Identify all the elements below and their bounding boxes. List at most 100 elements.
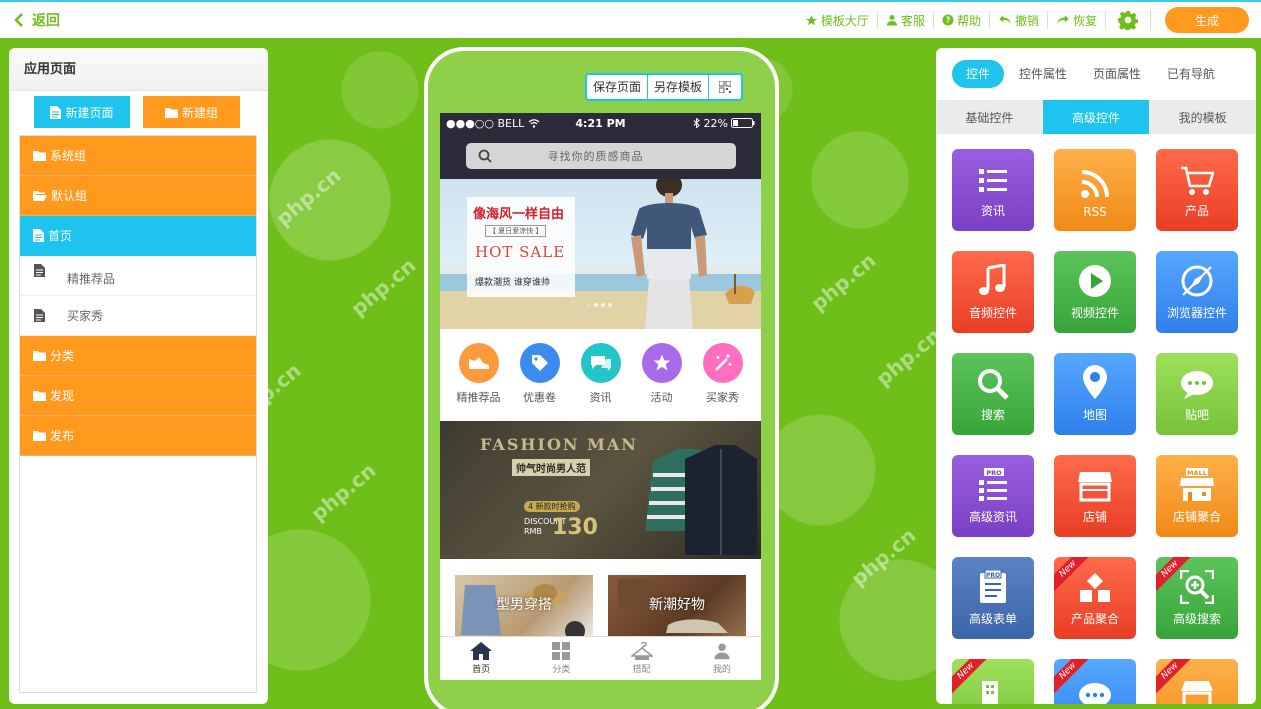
qrcode-button[interactable] (709, 75, 741, 99)
new-page-button[interactable]: 新建页面 (34, 96, 130, 128)
search-bar: 寻找你的质感商品 (440, 133, 761, 179)
shortcut-recommend[interactable]: 精推荐品 (450, 343, 508, 405)
widget-label: 资讯 (980, 204, 1005, 218)
widget-panel: 控件 控件属性 页面属性 已有导航 基础控件 高级控件 我的模板 资讯 RSS … (936, 48, 1256, 704)
panel-title: 应用页面 (9, 48, 268, 91)
promo-card-outfit[interactable]: 型男穿搭 (455, 575, 593, 643)
back-button[interactable]: 返回 (14, 10, 60, 30)
home-icon (470, 642, 493, 660)
fashion-title: FASHION MAN (480, 435, 638, 454)
tree-page-recommend[interactable]: 精推荐品 (20, 256, 256, 296)
svg-text:PRO: PRO (986, 572, 1000, 579)
widget-forum[interactable]: 贴吧 (1156, 353, 1238, 435)
tab-widget-properties[interactable]: 控件属性 (1006, 60, 1080, 88)
shortcut-activity[interactable]: 活动 (633, 343, 691, 405)
jacket-image (645, 445, 757, 555)
search-input[interactable]: 寻找你的质感商品 (465, 143, 736, 169)
widget-message[interactable]: New (1054, 659, 1136, 704)
back-label: 返回 (32, 13, 60, 29)
save-as-template-button[interactable]: 另存模板 (648, 75, 710, 99)
tab-mine[interactable]: 我的 (713, 642, 731, 675)
watermark: php.cn (871, 323, 946, 391)
widget-product[interactable]: 产品 (1156, 149, 1238, 231)
tool-label: 帮助 (956, 13, 981, 28)
widget-mall[interactable]: MALL 店铺聚合 (1156, 455, 1238, 537)
tab-widgets[interactable]: 控件 (952, 60, 1005, 88)
tool-label: 恢复 (1072, 13, 1097, 28)
pro-list-icon: PRO (979, 468, 1007, 501)
shop-icon (1181, 681, 1213, 704)
settings-button[interactable] (1106, 10, 1151, 30)
tab-home[interactable]: 首页 (470, 642, 493, 675)
widget-audio[interactable]: 音频控件 (952, 251, 1034, 333)
new-group-button[interactable]: 新建组 (143, 96, 240, 128)
tab-label: 搭配 (632, 665, 651, 675)
widget-search[interactable]: 搜索 (952, 353, 1034, 435)
shortcut-buyershow[interactable]: 买家秀 (694, 343, 752, 405)
file-icon (33, 229, 44, 242)
pro-form-icon: PRO (980, 570, 1006, 603)
banner-carousel[interactable]: 像海风一样自由 【 夏日爱凉快 】 HOT SALE 爆款潮货 谁穿谁帅 (440, 179, 761, 329)
tab-my-templates[interactable]: 我的模板 (1149, 100, 1256, 134)
tree-label: 发现 (50, 389, 75, 403)
tab-match[interactable]: 搭配 (630, 642, 653, 675)
tree-page-buyershow[interactable]: 买家秀 (20, 296, 256, 336)
save-page-button[interactable]: 保存页面 (587, 75, 649, 99)
music-icon (979, 264, 1006, 295)
widget-advanced-news[interactable]: PRO 高级资讯 (952, 455, 1034, 537)
tree-group-category[interactable]: 分类 (20, 336, 256, 376)
widget-map[interactable]: 地图 (1054, 353, 1136, 435)
widget-shop[interactable]: New (1156, 659, 1238, 704)
tab-category[interactable]: 分类 (552, 642, 570, 675)
compass-icon (1181, 265, 1213, 297)
widget-grid: 资讯 RSS 产品 音频控件 视频控件 浏览器控件 搜索 地图 贴吧 PRO 高… (952, 149, 1242, 704)
tree-group-discover[interactable]: 发现 (20, 376, 256, 416)
widget-label: 产品聚合 (1070, 612, 1119, 626)
widget-label: 高级搜索 (1172, 612, 1221, 626)
generate-button[interactable]: 生成 (1165, 7, 1249, 33)
bubble-icon (1079, 683, 1111, 704)
tab-basic-widgets[interactable]: 基础控件 (936, 100, 1043, 134)
tree-page-home[interactable]: 首页 (20, 216, 256, 256)
tree-group-default[interactable]: 默认组 (20, 176, 256, 216)
promo-card-trend[interactable]: 新潮好物 (608, 575, 746, 643)
tree-label: 精推荐品 (67, 272, 116, 286)
widget-label: 贴吧 (1184, 408, 1209, 422)
shortcut-coupon[interactable]: 优惠卷 (511, 343, 569, 405)
page-tree: 系统组 默认组 首页 精推荐品 买家秀 分类 发现 发布 (19, 135, 257, 693)
customer-service-button[interactable]: 客服 (878, 11, 934, 29)
undo-button[interactable]: 撤销 (990, 11, 1048, 29)
redo-button[interactable]: 恢复 (1048, 11, 1106, 29)
tab-existing-nav[interactable]: 已有导航 (1154, 60, 1228, 88)
tab-label: 我的 (712, 665, 731, 675)
template-hall-button[interactable]: 模板大厅 (797, 11, 878, 29)
tab-page-properties[interactable]: 页面属性 (1080, 60, 1154, 88)
help-button[interactable]: ? 帮助 (934, 11, 990, 29)
fashion-banner[interactable]: FASHION MAN 帅气时尚男人范 4 新款时抢购 DISCOUNT RMB… (440, 421, 761, 559)
widget-video[interactable]: 视频控件 (1054, 251, 1136, 333)
banner-slogan: 爆款潮货 谁穿谁帅 (475, 278, 550, 288)
widget-product-aggregate[interactable]: New 产品聚合 (1054, 557, 1136, 639)
widget-advanced-form[interactable]: PRO 高级表单 (952, 557, 1034, 639)
magic-wand-icon (702, 343, 743, 383)
widget-advanced-search[interactable]: New 高级搜索 (1156, 557, 1238, 639)
tool-label: 客服 (900, 13, 925, 28)
banner-text-card: 像海风一样自由 【 夏日爱凉快 】 HOT SALE 爆款潮货 谁穿谁帅 (467, 197, 575, 297)
shortcut-news[interactable]: 资讯 (572, 343, 630, 405)
widget-label: 店铺 (1082, 510, 1107, 524)
widget-rss[interactable]: RSS (1054, 149, 1136, 231)
widget-news[interactable]: 资讯 (952, 149, 1034, 231)
tree-group-system[interactable]: 系统组 (20, 136, 256, 176)
rss-icon (1081, 170, 1109, 198)
search-icon (978, 369, 1009, 400)
tab-advanced-widgets[interactable]: 高级控件 (1042, 100, 1150, 134)
widget-building[interactable]: New (952, 659, 1034, 704)
clock: 4:21 PM (575, 116, 626, 130)
search-placeholder: 寻找你的质感商品 (547, 150, 644, 163)
tree-group-publish[interactable]: 发布 (20, 416, 256, 456)
widget-browser[interactable]: 浏览器控件 (1156, 251, 1238, 333)
top-toolbar: 返回 模板大厅 客服 ? 帮助 撤销 恢复 生成 (0, 0, 1261, 38)
widget-label: 高级表单 (968, 612, 1017, 626)
qrcode-icon (719, 81, 732, 93)
widget-store[interactable]: 店铺 (1054, 455, 1136, 537)
